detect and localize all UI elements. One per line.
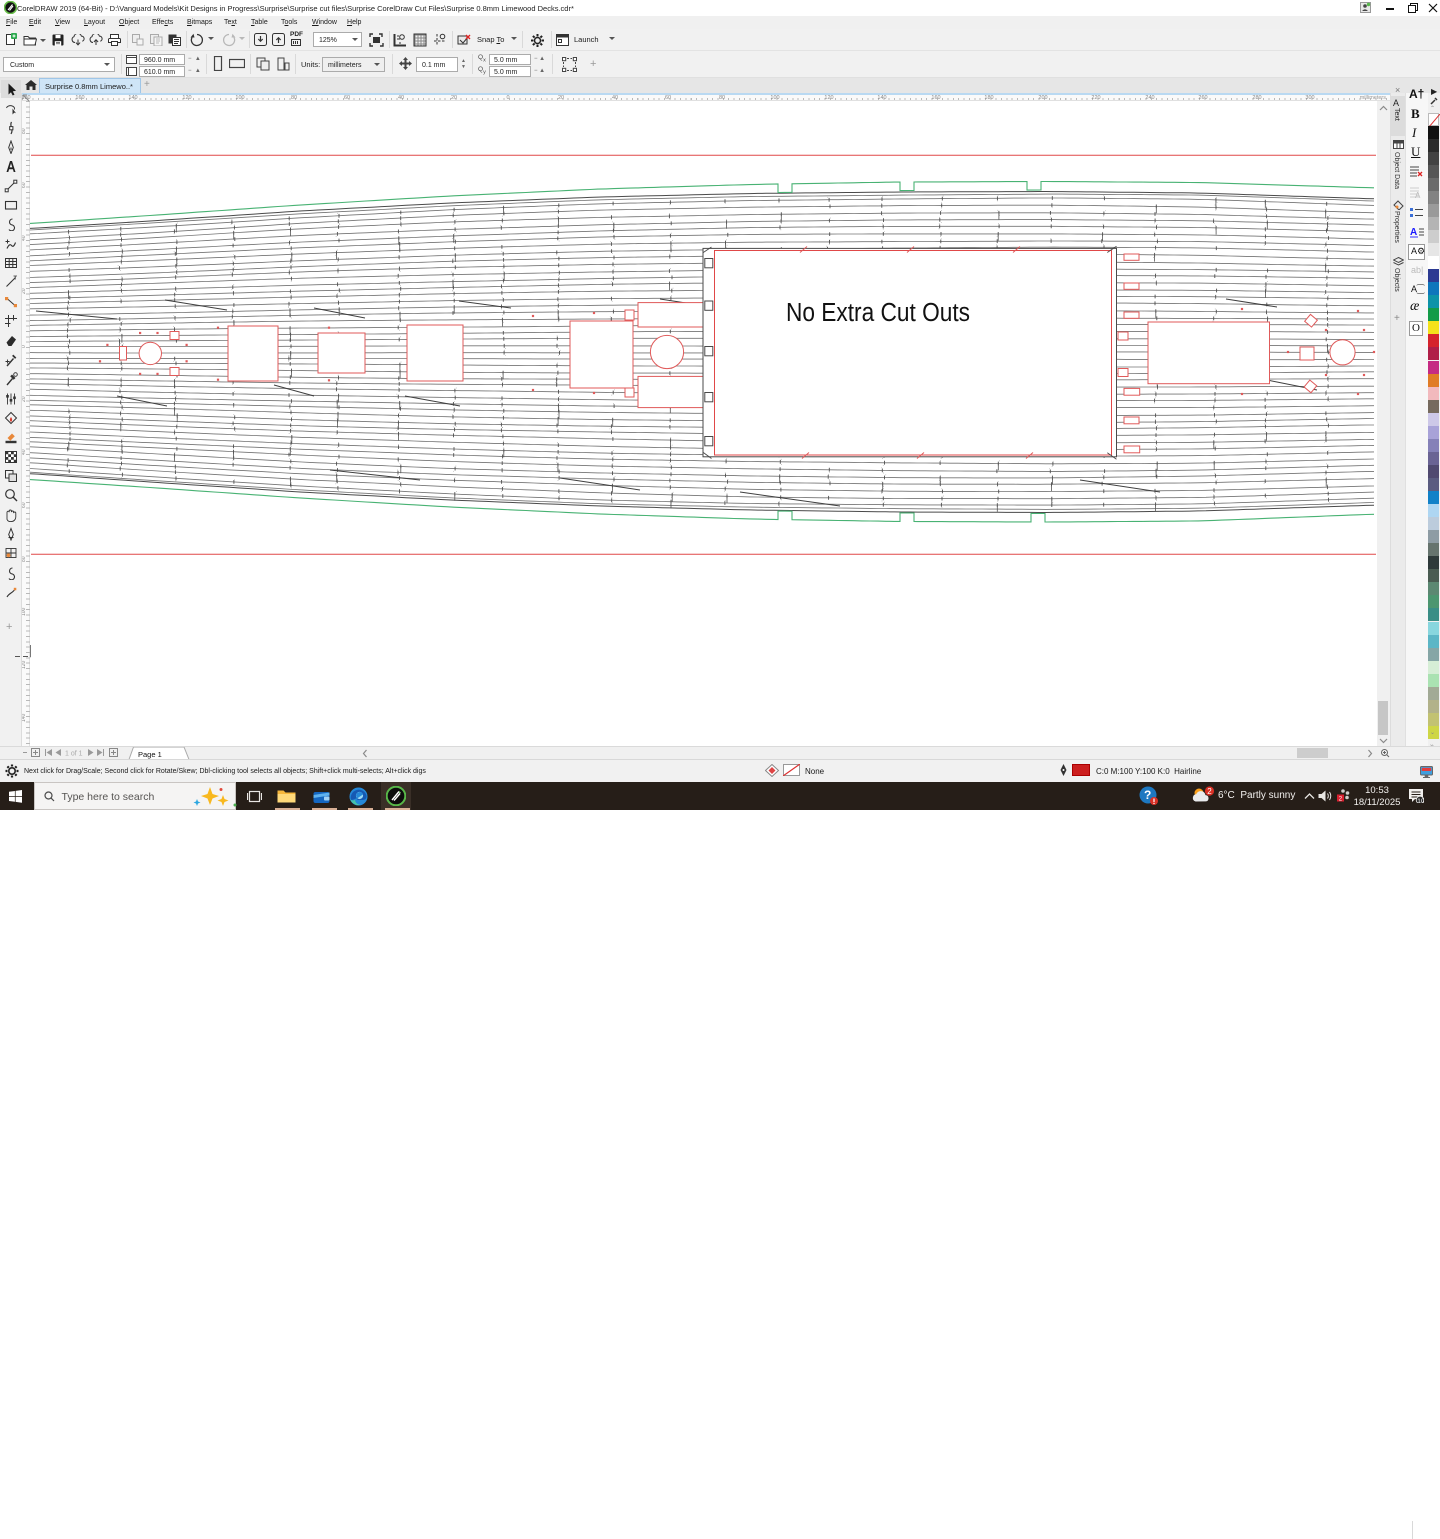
svg-text:A: A	[1415, 191, 1421, 199]
svg-text:A: A	[1410, 227, 1417, 238]
svg-text:2: 2	[1207, 787, 1212, 796]
svg-text:No Extra Cut Outs: No Extra Cut Outs	[786, 299, 970, 327]
svg-text:10: 10	[1417, 798, 1424, 803]
svg-text:A: A	[1393, 98, 1399, 108]
svg-text:1 of 1: 1 of 1	[65, 751, 83, 758]
